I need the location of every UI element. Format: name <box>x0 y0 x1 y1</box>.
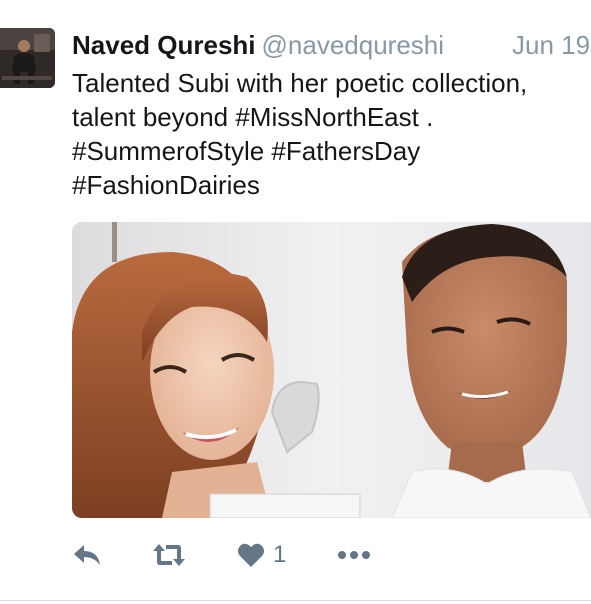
tweet-timestamp[interactable]: Jun 19 <box>512 28 590 62</box>
reply-button[interactable] <box>72 537 102 573</box>
tweet-text-line: Talented Subi with her poetic collection… <box>72 68 528 98</box>
like-count: 1 <box>273 541 287 568</box>
tweet-text-line: #FashionDairies <box>72 170 260 200</box>
tweet-text: Talented Subi with her poetic collection… <box>72 66 587 202</box>
selfie-photo <box>72 222 591 518</box>
author-display-name[interactable]: Naved Qureshi <box>72 30 256 60</box>
tweet-actions: 1 <box>72 537 472 573</box>
tweet-header: Naved Qureshi @navedqureshi Jun 19 <box>72 28 591 62</box>
more-button[interactable] <box>337 537 371 573</box>
tweet-photo[interactable] <box>72 222 591 518</box>
heart-icon <box>238 543 264 567</box>
avatar-image <box>0 28 55 88</box>
tweet-text-line: talent beyond #MissNorthEast . <box>72 102 434 132</box>
reply-icon <box>74 545 100 565</box>
tweet-card: Naved Qureshi @navedqureshi Jun 19 Talent… <box>0 0 591 604</box>
like-button[interactable]: 1 <box>237 537 286 573</box>
retweet-button[interactable] <box>152 537 186 573</box>
retweet-icon <box>153 544 185 566</box>
more-icon <box>338 551 370 559</box>
author-handle[interactable]: @navedqureshi <box>262 30 445 60</box>
tweet-text-line: #SummerofStyle #FathersDay <box>72 136 421 166</box>
avatar[interactable] <box>0 28 55 88</box>
tweet-divider <box>0 600 591 601</box>
